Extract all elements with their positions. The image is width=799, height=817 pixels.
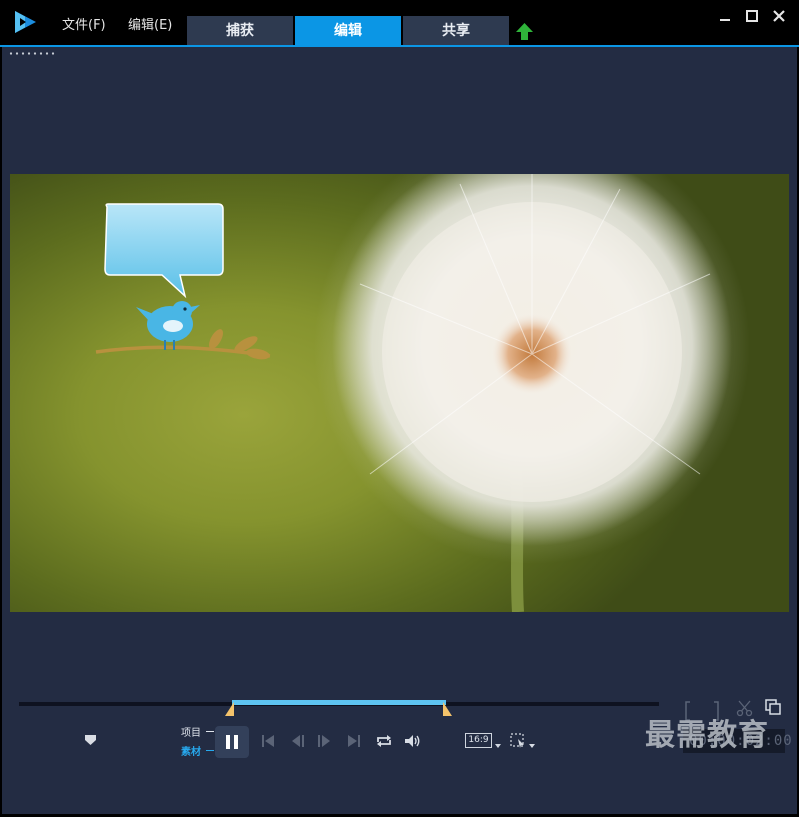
minimize-icon[interactable] [718,9,732,23]
tab-share[interactable]: 共享 [403,16,509,46]
snapshot-icon[interactable] [509,732,535,750]
pause-icon [226,735,238,749]
mode-project-line [206,731,214,732]
title-bar: 文件(F) 编辑(E) 捕获 编辑 共享 [0,0,799,47]
watermark-text: 最需教育 [645,718,769,753]
go-to-start-icon[interactable] [259,733,277,749]
volume-icon[interactable] [403,733,421,749]
player-panel [2,47,797,814]
previous-frame-icon[interactable] [289,733,307,749]
next-frame-icon[interactable] [315,733,333,749]
pause-button[interactable] [215,726,249,758]
trim-range[interactable] [232,700,446,705]
upload-arrow-icon[interactable] [515,22,534,41]
maximize-icon[interactable] [745,9,759,23]
mode-clip[interactable]: 素材 [181,743,201,758]
mode-clip-line [206,750,214,751]
menu-edit[interactable]: 编辑(E) [128,14,172,33]
menu-file[interactable]: 文件(F) [62,14,106,33]
video-preview[interactable] [10,174,789,612]
tab-edit[interactable]: 编辑 [295,16,401,46]
aspect-ratio-dropdown-icon[interactable] [495,744,501,748]
app-logo-icon[interactable] [12,9,38,35]
repeat-icon[interactable] [375,733,393,749]
go-to-end-icon[interactable] [345,733,363,749]
close-icon[interactable] [772,9,786,23]
mode-project[interactable]: 项目 [181,724,201,739]
playhead-handle[interactable] [84,734,97,746]
panel-grip[interactable] [8,52,56,55]
tab-capture[interactable]: 捕获 [187,16,293,46]
mark-out-handle[interactable] [443,702,452,716]
aspect-ratio-button[interactable]: 16:9 [465,733,492,748]
mark-in-handle[interactable] [225,702,234,716]
preview-image [95,174,750,612]
